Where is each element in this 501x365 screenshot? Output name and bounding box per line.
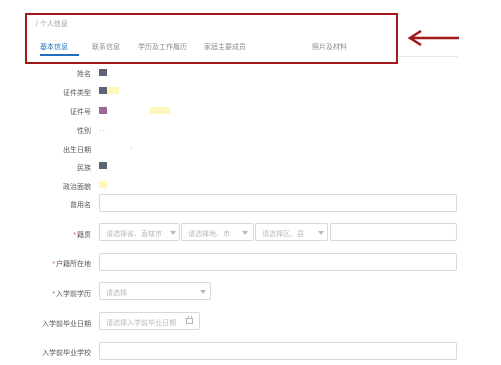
graduation-school-input[interactable] xyxy=(99,342,457,360)
calendar-icon xyxy=(186,316,193,324)
name-value xyxy=(99,69,107,76)
ethnicity-label: 民族 xyxy=(77,165,91,172)
chevron-down-icon xyxy=(318,231,324,235)
used-name-input[interactable] xyxy=(99,194,457,212)
id-number-value-extra xyxy=(150,107,170,114)
tab-divider xyxy=(398,56,458,57)
political-status-label: 政治面貌 xyxy=(63,184,91,191)
annotation-highlight-box xyxy=(25,13,398,64)
education-select[interactable]: 请选择 xyxy=(99,282,211,300)
hukou-input[interactable] xyxy=(99,253,457,271)
political-status-value xyxy=(99,181,107,188)
native-district-select[interactable]: 请选择区、县 xyxy=(255,223,328,241)
native-district-placeholder: 请选择区、县 xyxy=(262,231,304,238)
birth-date-label: 出生日期 xyxy=(63,147,91,154)
used-name-label: 曾用名 xyxy=(70,202,91,209)
left-arrow-icon xyxy=(407,30,459,46)
gender-label: 性别 xyxy=(77,128,91,135)
native-city-placeholder: 请选择地、市 xyxy=(188,231,230,238)
chevron-down-icon xyxy=(242,231,248,235)
hukou-label: *户籍所在地 xyxy=(52,261,91,268)
id-type-value-extra xyxy=(107,87,119,94)
native-city-select[interactable]: 请选择地、市 xyxy=(181,223,254,241)
graduation-date-picker[interactable]: 请选择入学前毕业日期 xyxy=(99,312,200,330)
education-label: *入学前学历 xyxy=(52,291,91,298)
id-type-value xyxy=(99,87,107,94)
id-number-value xyxy=(99,107,107,114)
chevron-down-icon xyxy=(200,290,206,294)
graduation-date-placeholder: 请选择入学前毕业日期 xyxy=(106,320,176,327)
name-label: 姓名 xyxy=(77,71,91,78)
graduation-date-label: 入学前毕业日期 xyxy=(42,321,91,328)
native-address-input[interactable] xyxy=(330,223,457,241)
native-province-select[interactable]: 请选择省、直辖市 xyxy=(99,223,180,241)
education-placeholder: 请选择 xyxy=(106,290,127,297)
ethnicity-value xyxy=(99,162,107,169)
id-type-label: 证件类型 xyxy=(63,90,91,97)
chevron-down-icon xyxy=(170,231,176,235)
native-province-placeholder: 请选择省、直辖市 xyxy=(106,231,162,238)
native-place-label: *籍贯 xyxy=(73,232,91,239)
id-number-label: 证件号 xyxy=(70,109,91,116)
birth-date-value: . xyxy=(130,143,132,150)
graduation-school-label: 入学前毕业学校 xyxy=(42,350,91,357)
gender-value: . . xyxy=(99,126,105,133)
